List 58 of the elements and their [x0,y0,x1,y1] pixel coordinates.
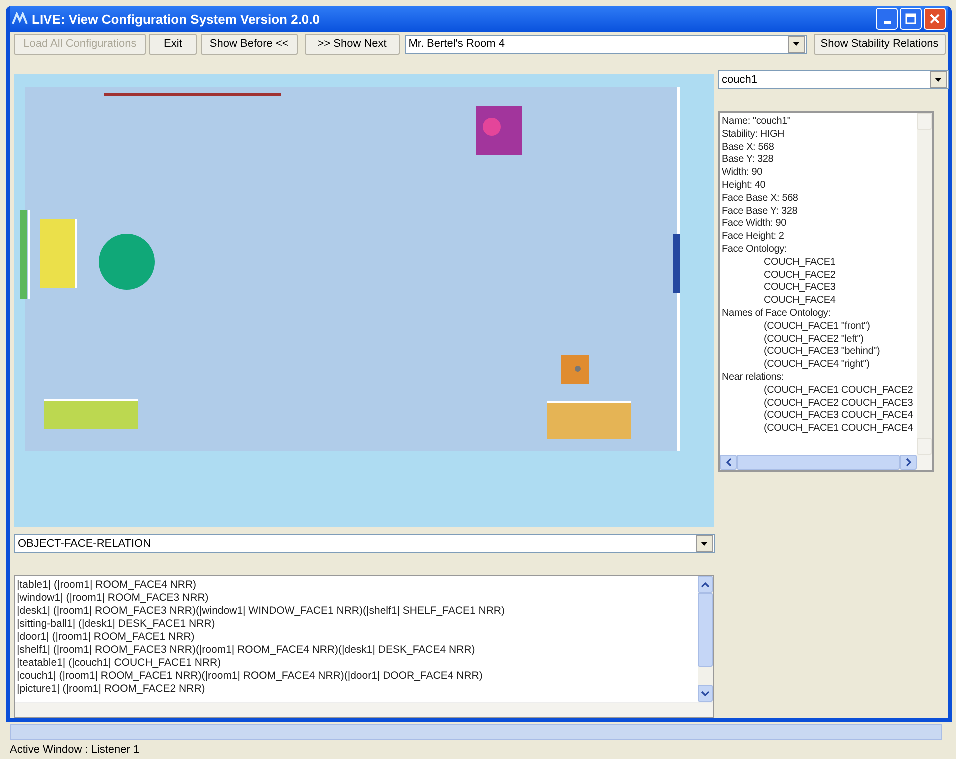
info-line: (COUCH_FACE2 "left") [763,334,865,346]
info-line: Face Ontology: [722,244,788,257]
relation-row-text: |desk1| (|room1| ROOM_FACE3 NRR)(|window1| WINDOW_FACE1 NRR)(|shelf1| SHELF_FACE1 NRR) [17,605,506,618]
info-line: Face Width: 90 [722,218,788,232]
scroll-down-icon [701,690,710,696]
info-line: (COUCH_FACE1 COUCH_FACE2 [763,384,914,398]
maximize-icon [905,13,917,25]
info-line: Name: "couch1" [722,116,792,129]
info-line: Face Base Y: 328 [722,206,799,218]
info-line: Width: 90 [722,167,764,180]
relation-row-text: |picture1| (|room1| ROOM_FACE2 NRR) [17,683,206,696]
toolbar-button[interactable]: Exit [149,34,197,54]
relation-row-text: |couch1| (|room1| ROOM_FACE1 NRR)(|room1| ROOM_FACE4 NRR)(|door1| DOOR_FACE4 NRR) [17,670,484,683]
info-line: Height: 40 [722,180,767,193]
relation-dropdown[interactable]: OBJECT-FACE-RELATION [14,534,715,553]
info-line: Near relations: [722,372,786,385]
relation-row-text: |shelf1| (|room1| ROOM_FACE3 NRR)(|room1| ROOM_FACE4 NRR)(|desk1| DESK_FACE4 NRR) [17,644,476,657]
info-line: Base Y: 328 [722,154,775,168]
scroll-right-icon [906,458,912,467]
horizontal-scrollbar[interactable] [720,455,932,470]
info-line: COUCH_FACE2 [763,270,837,282]
info-line: COUCH_FACE1 [763,256,837,270]
window-title: LIVE: View Configuration System Version 2.0.0 [32,12,320,26]
info-line: (COUCH_FACE3 "behind") [763,346,882,360]
relation-row-text: |window1| (|room1| ROOM_FACE3 NRR) [17,592,210,605]
info-line: (COUCH_FACE3 COUCH_FACE4 [763,410,914,424]
info-line: COUCH_FACE3 [763,282,837,296]
maximize-button[interactable] [900,8,922,30]
minimize-icon [884,20,890,24]
relation-row-text: |table1| (|room1| ROOM_FACE4 NRR) [17,579,198,592]
info-line: (COUCH_FACE1 "front") [763,320,872,334]
info-line: Stability: HIGH [722,128,786,142]
relation-row-text: |door1| (|room1| ROOM_FACE1 NRR) [17,631,196,644]
info-line: (COUCH_FACE1 COUCH_FACE4 [763,423,914,436]
info-line: COUCH_FACE4 [763,295,837,308]
horizontal-scrollbar[interactable] [10,724,942,740]
app-icon [12,12,28,26]
scroll-up-icon [701,582,710,588]
relation-row-text: |sitting-ball1| (|desk1| DESK_FACE1 NRR) [17,618,216,631]
close-icon [929,13,941,25]
info-line: (COUCH_FACE4 "right") [763,359,871,372]
info-line: Face Height: 2 [722,231,786,244]
minimize-button[interactable] [876,8,898,30]
relation-row-text: |teatable1| (|couch1| COUCH_FACE1 NRR) [17,657,222,670]
vertical-scrollbar[interactable] [698,576,713,702]
close-button[interactable] [924,8,946,30]
info-line: Base X: 568 [722,142,776,154]
info-line: Face Base X: 568 [722,192,800,206]
scroll-left-icon [726,458,732,467]
info-line: (COUCH_FACE2 COUCH_FACE3 [763,398,914,410]
toolbar-button[interactable]: Show Before << [200,34,298,54]
stability-relations-button[interactable]: Show Stability Relations [814,34,946,54]
configuration-dropdown[interactable]: Mr. Bertel's Room 4 [404,34,807,54]
info-line: Names of Face Ontology: [722,308,832,321]
toolbar-button[interactable]: >> Show Next [304,34,400,54]
vertical-scrollbar[interactable] [917,113,932,455]
status-text: Active Window : Listener 1 [10,744,140,756]
object-dropdown[interactable]: couch1 [718,70,949,89]
